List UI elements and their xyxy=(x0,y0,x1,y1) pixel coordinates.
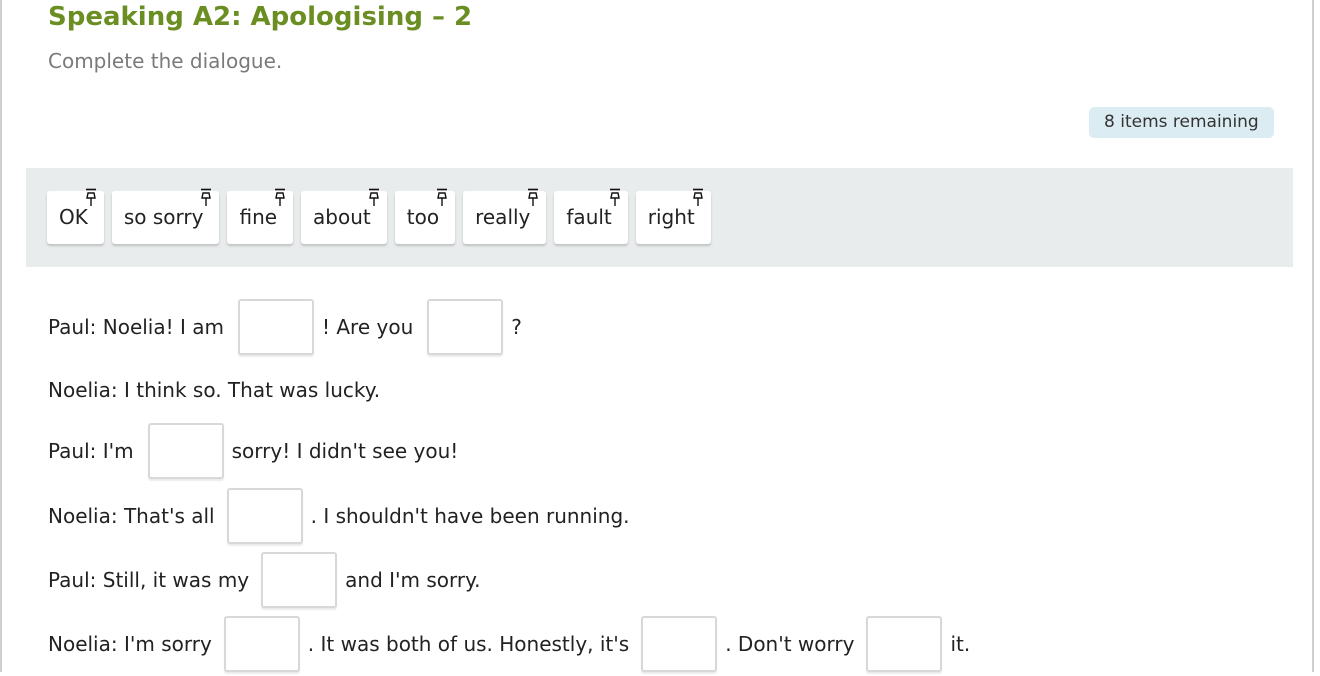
word-chip-fault[interactable]: fault xyxy=(554,188,628,244)
dialogue-text: . It was both of us. Honestly, it's xyxy=(307,632,630,656)
word-chip-right[interactable]: right xyxy=(635,188,711,244)
pin-icon xyxy=(609,188,620,206)
dialogue-text: Paul: Still, it was my xyxy=(48,568,250,592)
dialogue-line-2: Noelia: I think so. That was lucky. xyxy=(48,358,380,422)
drop-zone-3[interactable] xyxy=(147,423,224,479)
word-chip-about[interactable]: about xyxy=(301,188,387,244)
dialogue-text: Paul: I'm xyxy=(48,439,134,463)
drop-zone-7[interactable] xyxy=(641,616,718,672)
pin-icon xyxy=(437,188,448,206)
dialogue-text: . Don't worry xyxy=(725,632,855,656)
word-chip-label: fault xyxy=(566,205,612,229)
frame-border-right xyxy=(1312,0,1314,672)
word-chip-label: fine xyxy=(239,205,278,229)
word-bank: OK so sorry fine about too really fault … xyxy=(26,168,1293,267)
pin-icon xyxy=(85,188,96,206)
dialogue-text: and I'm sorry. xyxy=(345,568,481,592)
pin-icon xyxy=(201,188,212,206)
dialogue-text: Noelia: I think so. That was lucky. xyxy=(48,378,381,402)
dialogue-text: ! Are you xyxy=(322,315,414,339)
frame-border-left xyxy=(0,0,2,672)
pin-icon xyxy=(528,188,539,206)
drop-zone-6[interactable] xyxy=(223,616,300,672)
drop-zone-2[interactable] xyxy=(427,299,504,355)
drop-zone-1[interactable] xyxy=(238,299,314,355)
drop-zone-5[interactable] xyxy=(261,552,338,608)
word-chip-so-sorry[interactable]: so sorry xyxy=(111,188,220,244)
word-chips: OK so sorry fine about too really fault … xyxy=(47,188,711,244)
pin-icon xyxy=(368,188,379,206)
dialogue-line-5: Paul: Still, it was my and I'm sorry. xyxy=(48,548,480,612)
dialogue-text: ? xyxy=(511,315,522,339)
pin-icon xyxy=(692,188,703,206)
dialogue-line-6: Noelia: I'm sorry . It was both of us. H… xyxy=(48,612,970,676)
word-chip-label: too xyxy=(406,205,440,229)
dialogue-line-1: Paul: Noelia! I am ! Are you ? xyxy=(48,295,522,359)
word-chip-ok[interactable]: OK xyxy=(47,188,104,244)
word-chip-label: OK xyxy=(59,205,88,229)
word-chip-label: really xyxy=(475,205,531,229)
word-chip-label: right xyxy=(647,205,695,229)
dialogue-text: sorry! I didn't see you! xyxy=(231,439,459,463)
dialogue-text: Noelia: I'm sorry xyxy=(48,632,212,656)
dialogue-line-4: Noelia: That's all . I shouldn't have be… xyxy=(48,484,630,548)
drop-zone-4[interactable] xyxy=(226,488,303,544)
word-chip-too[interactable]: too xyxy=(394,188,456,244)
word-chip-label: so sorry xyxy=(123,205,204,229)
word-chip-fine[interactable]: fine xyxy=(227,188,294,244)
dialogue-text: it. xyxy=(950,632,971,656)
items-remaining-badge: 8 items remaining xyxy=(1089,107,1274,138)
dialogue-text: Paul: Noelia! I am xyxy=(48,315,224,339)
dialogue-line-3: Paul: I'm sorry! I didn't see you! xyxy=(48,419,458,483)
dialogue-text: . I shouldn't have been running. xyxy=(310,504,630,528)
word-chip-really[interactable]: really xyxy=(463,188,547,244)
pin-icon xyxy=(275,188,286,206)
page-title: Speaking A2: Apologising – 2 xyxy=(48,2,473,32)
word-chip-label: about xyxy=(313,205,371,229)
dialogue-text: Noelia: That's all xyxy=(48,504,215,528)
drop-zone-8[interactable] xyxy=(866,616,943,672)
instructions: Complete the dialogue. xyxy=(48,49,283,73)
